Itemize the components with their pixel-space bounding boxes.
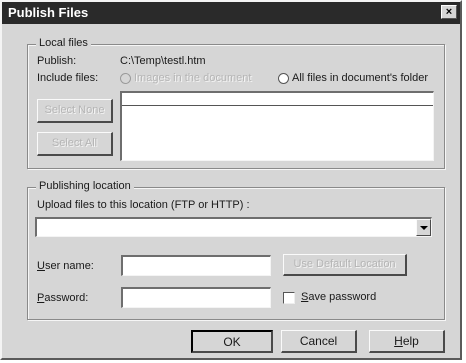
help-button[interactable]: Help	[369, 330, 445, 353]
ok-button[interactable]: OK	[191, 330, 273, 353]
help-text: elp	[402, 334, 419, 348]
save-password-text: ave password	[308, 291, 377, 303]
close-button[interactable]: ×	[441, 5, 457, 19]
close-icon: ×	[445, 6, 453, 18]
use-default-location-button[interactable]: Use Default Location	[283, 254, 407, 276]
files-list-header	[122, 93, 433, 106]
upload-location-label: Upload files to this location (FTP or HT…	[37, 199, 250, 211]
local-files-legend: Local files	[36, 37, 91, 49]
user-name-input[interactable]	[121, 255, 271, 276]
save-password-label: Save password	[301, 291, 376, 303]
include-files-label: Include files:	[37, 72, 99, 84]
publishing-location-group: Publishing location Upload files to this…	[27, 180, 445, 320]
publish-files-dialog: Publish Files × Local files Publish: C:\…	[0, 0, 462, 360]
title-bar: Publish Files ×	[2, 2, 460, 24]
upload-location-combobox[interactable]	[35, 217, 432, 237]
radio-all-files-in-folder[interactable]	[278, 73, 289, 84]
publish-path: C:\Temp\testl.htm	[120, 55, 206, 67]
select-none-button[interactable]: Select None	[37, 99, 113, 123]
help-label: Help	[394, 334, 419, 348]
cancel-label: Cancel	[299, 334, 338, 348]
chevron-down-icon[interactable]	[416, 219, 431, 236]
ok-label: OK	[223, 335, 241, 349]
local-files-group: Local files Publish: C:\Temp\testl.htm I…	[27, 37, 445, 169]
select-none-label: Select None	[44, 104, 105, 116]
dialog-title: Publish Files	[8, 5, 89, 20]
help-mnemonic: H	[394, 334, 403, 348]
password-input[interactable]	[121, 287, 271, 308]
user-name-label-text: ser name:	[44, 260, 94, 272]
user-name-label: User name:	[37, 260, 94, 272]
save-password-checkbox[interactable]	[283, 292, 295, 304]
option-all-files-label: All files in document's folder	[292, 72, 428, 84]
publishing-location-legend: Publishing location	[36, 180, 134, 192]
user-name-label-mnemonic: U	[37, 260, 45, 272]
publish-label: Publish:	[37, 55, 77, 67]
files-list[interactable]	[120, 91, 434, 161]
password-label: Password:	[37, 292, 88, 304]
use-default-location-label: Use Default Location	[293, 258, 396, 270]
cancel-button[interactable]: Cancel	[281, 330, 357, 353]
select-all-label: Select All	[51, 137, 98, 149]
radio-images-in-document[interactable]	[120, 73, 131, 84]
password-label-text: assword:	[44, 292, 89, 304]
option-images-label: Images in the document	[134, 72, 252, 84]
select-all-button[interactable]: Select All	[37, 132, 113, 156]
